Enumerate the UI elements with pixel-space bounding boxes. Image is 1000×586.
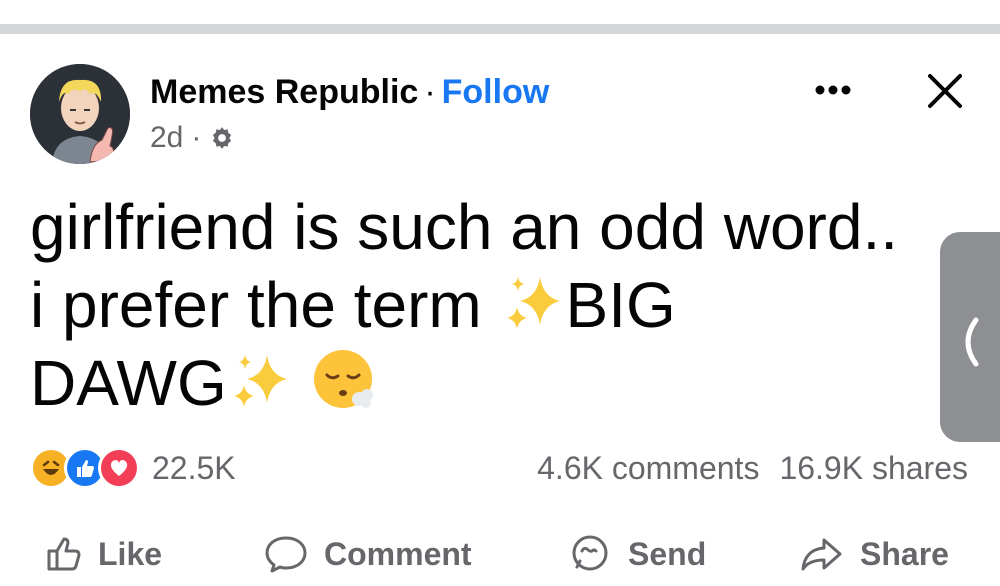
post-text-line-3: DAWG	[30, 344, 990, 422]
author-name[interactable]: Memes Republic	[150, 73, 418, 111]
share-arrow-icon	[801, 538, 842, 571]
thumbs-up-icon	[47, 537, 81, 571]
chevron-left-icon[interactable]	[952, 316, 982, 368]
close-icon[interactable]	[922, 68, 968, 114]
comments-count-link[interactable]: 4.6K comments	[537, 450, 759, 486]
comment-label: Comment	[324, 535, 472, 572]
more-horizontal-icon[interactable]	[808, 70, 858, 110]
comment-button[interactable]: Comment	[262, 526, 472, 582]
send-button[interactable]: Send	[566, 526, 706, 582]
avatar-image	[30, 64, 130, 164]
send-label: Send	[628, 535, 707, 572]
post-text-line-2: i prefer the term BIG	[30, 269, 676, 341]
share-button[interactable]: Share	[798, 526, 949, 582]
shares-count-link[interactable]: 16.9K shares	[779, 450, 968, 486]
title-separator: ·	[424, 73, 436, 111]
messenger-icon	[572, 535, 608, 571]
post-timestamp[interactable]: 2d	[150, 118, 183, 158]
comment-bubble-icon	[265, 536, 307, 573]
sparkles-icon	[233, 355, 287, 407]
post-text: girlfriend is such an odd word.. i prefe…	[30, 188, 990, 422]
engagement-stats: 4.6K comments 16.9K shares	[537, 446, 968, 490]
sparkles-icon	[506, 277, 560, 329]
avatar[interactable]	[30, 64, 130, 164]
follow-button[interactable]: Follow	[442, 73, 550, 111]
love-reaction-icon	[98, 447, 140, 489]
gear-icon[interactable]	[209, 125, 235, 151]
feed-divider	[0, 24, 1000, 34]
post-meta: 2d ·	[150, 118, 235, 158]
post-header-title: Memes Republic · Follow	[150, 70, 549, 114]
like-button[interactable]: Like	[44, 526, 162, 582]
reaction-count: 22.5K	[152, 449, 236, 486]
post-action-bar: Like Comment Send Share	[0, 526, 1000, 586]
reaction-summary[interactable]: 22.5K	[30, 446, 236, 490]
like-label: Like	[98, 535, 163, 572]
share-label: Share	[860, 535, 949, 572]
meta-separator: ·	[191, 121, 202, 154]
post-text-line-1: girlfriend is such an odd word..	[30, 191, 898, 263]
face-exhaling-icon	[313, 350, 373, 408]
